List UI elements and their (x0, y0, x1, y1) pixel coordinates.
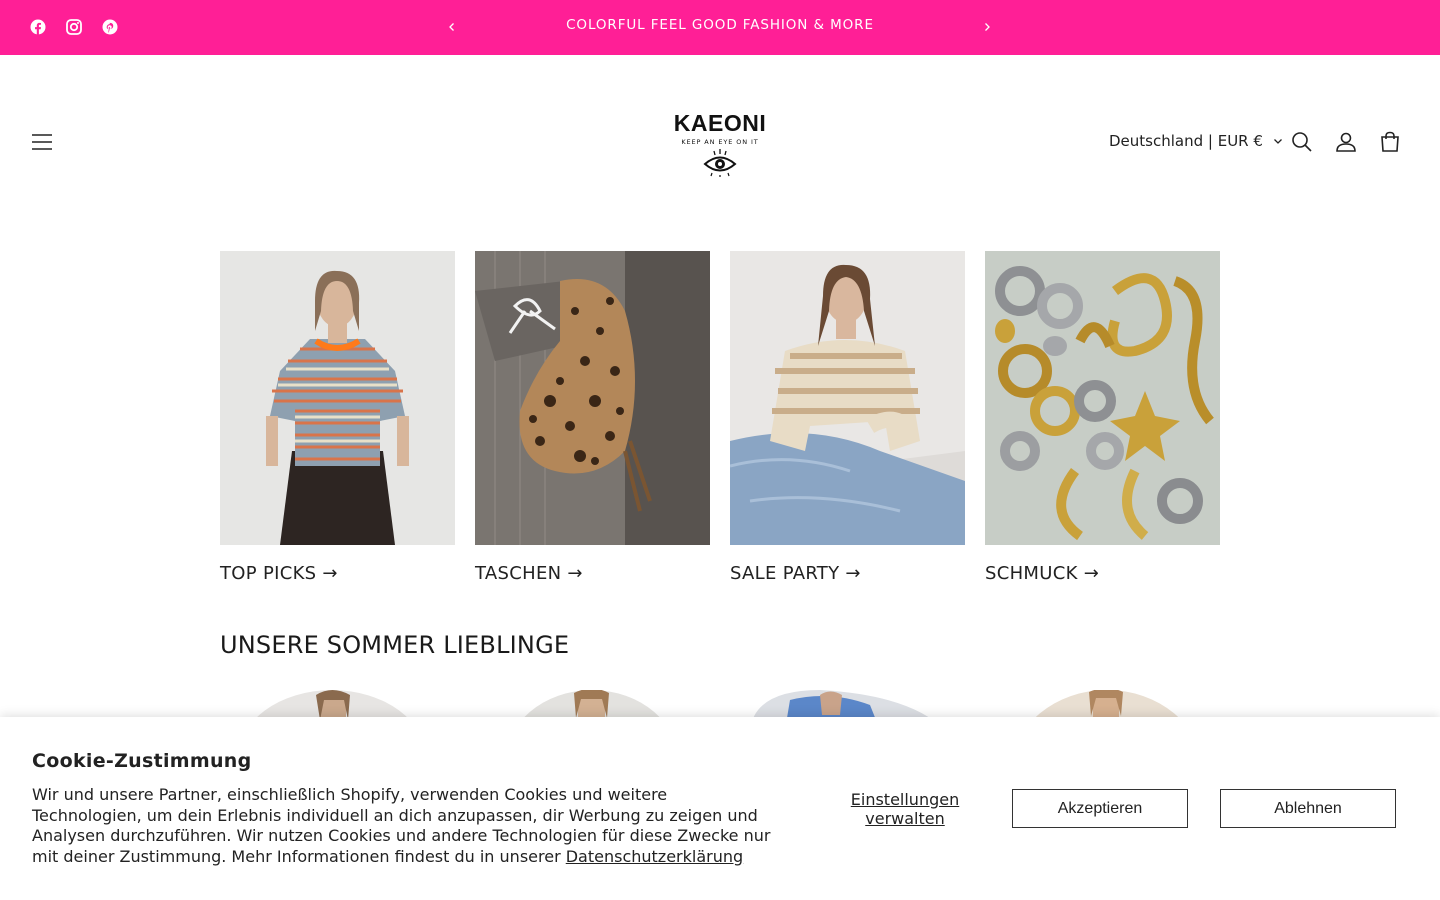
announcement-text: COLORFUL FEEL GOOD FASHION & MORE (566, 17, 874, 33)
site-header: KAEONI KEEP AN EYE ON IT Deutschland | E… (0, 55, 1440, 230)
category-image-schmuck[interactable] (985, 251, 1220, 545)
category-label-text: SALE PARTY (730, 563, 840, 584)
chevron-left-icon[interactable] (440, 14, 464, 40)
category-tile-sale-party[interactable]: SALE PARTY → (730, 251, 965, 584)
category-tile-top-picks[interactable]: TOP PICKS → (220, 251, 455, 584)
arrow-right-icon: → (322, 563, 338, 584)
country-selector-label: Deutschland | EUR € (1109, 132, 1263, 150)
category-label-schmuck[interactable]: SCHMUCK → (985, 563, 1220, 584)
instagram-icon[interactable] (63, 16, 85, 38)
category-label-taschen[interactable]: TASCHEN → (475, 563, 710, 584)
logo[interactable]: KAEONI KEEP AN EYE ON IT (660, 110, 780, 178)
accept-button[interactable]: Akzeptieren (1012, 789, 1188, 828)
decline-button[interactable]: Ablehnen (1220, 789, 1396, 828)
chevron-down-icon (1273, 139, 1282, 144)
arrow-right-icon: → (567, 563, 583, 584)
section-title: UNSERE SOMMER LIEBLINGE (220, 631, 570, 659)
cookie-banner: Cookie-Zustimmung Wir und unsere Partner… (0, 717, 1440, 900)
menu-icon[interactable] (28, 128, 56, 156)
eye-icon (703, 149, 737, 177)
category-label-sale-party[interactable]: SALE PARTY → (730, 563, 965, 584)
arrow-right-icon: → (1083, 563, 1100, 584)
cookie-text: Wir und unsere Partner, einschließlich S… (32, 785, 772, 868)
category-image-top-picks[interactable] (220, 251, 455, 545)
category-tile-taschen[interactable]: TASCHEN → (475, 251, 710, 584)
category-tile-schmuck[interactable]: SCHMUCK → (985, 251, 1220, 584)
category-label-text: TASCHEN (475, 563, 562, 584)
logo-tagline: KEEP AN EYE ON IT (681, 138, 759, 146)
category-label-top-picks[interactable]: TOP PICKS → (220, 563, 455, 584)
manage-settings-link[interactable]: Einstellungen verwalten (830, 790, 980, 828)
category-label-text: TOP PICKS (220, 563, 317, 584)
category-grid: TOP PICKS → TASCHEN → SALE PARTY → SCHMU… (220, 251, 1220, 591)
category-label-text: SCHMUCK (985, 563, 1078, 584)
category-image-sale-party[interactable] (730, 251, 965, 545)
facebook-icon[interactable] (27, 16, 49, 38)
account-icon[interactable] (1332, 128, 1360, 156)
cart-icon[interactable] (1376, 128, 1404, 156)
privacy-policy-link[interactable]: Datenschutzerklärung (566, 847, 743, 866)
country-selector[interactable]: Deutschland | EUR € (1109, 132, 1283, 150)
category-image-taschen[interactable] (475, 251, 710, 545)
chevron-right-icon[interactable] (975, 14, 999, 40)
search-icon[interactable] (1288, 128, 1316, 156)
cookie-title: Cookie-Zustimmung (32, 750, 252, 772)
logo-wordmark: KAEONI (673, 110, 767, 136)
announcement-bar: COLORFUL FEEL GOOD FASHION & MORE (0, 0, 1440, 55)
pinterest-icon[interactable] (99, 16, 121, 38)
arrow-right-icon: → (845, 563, 861, 584)
